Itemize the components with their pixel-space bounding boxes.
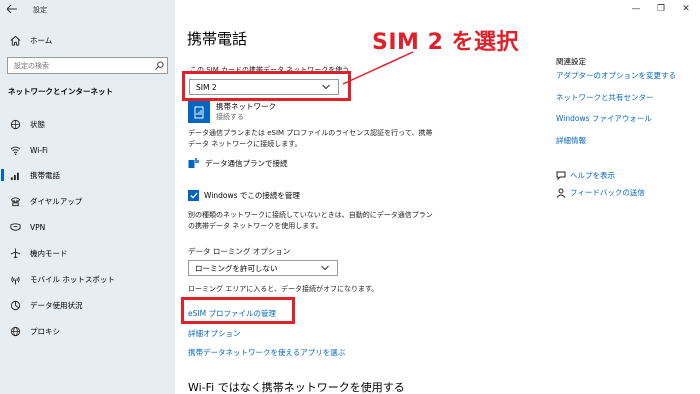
chevron-down-icon	[321, 264, 329, 273]
roaming-description: ローミング エリアに入ると、データ接続がオフになります。	[188, 285, 379, 293]
wifi-icon	[0, 145, 30, 156]
feedback-icon	[556, 188, 570, 198]
roaming-label: データ ローミング オプション	[188, 247, 291, 256]
search-field[interactable]	[7, 57, 168, 74]
vpn-icon	[0, 222, 30, 233]
sim-highlight-box	[182, 71, 351, 101]
sidebar-item-label: VPN	[30, 222, 46, 232]
sidebar-item-label: プロキシ	[30, 326, 60, 336]
manage-connection-checkbox[interactable]	[188, 190, 199, 201]
manage-connection-row[interactable]: Windows でこの接続を管理	[188, 190, 300, 201]
sidebar-item-label: データ使用状況	[30, 300, 83, 310]
send-feedback-label: フィードバックの送信	[570, 188, 645, 197]
more-info-link[interactable]: 詳細情報	[556, 135, 586, 146]
cellular-connection[interactable]: 携帯ネットワーク 接続する	[188, 101, 276, 123]
connection-name: 携帯ネットワーク	[216, 102, 276, 111]
data-plan-description: データ通信プランまたは eSIM プロファイルのライセンス認証を行って、携帯デー…	[188, 129, 433, 148]
manage-connection-label: Windows でこの接続を管理	[204, 191, 300, 200]
back-arrow-icon[interactable]	[6, 3, 18, 14]
page-title: 携帯電話	[187, 30, 248, 48]
close-button[interactable]: ✕	[679, 3, 693, 15]
sidebar-item-airplane[interactable]: 機内モード	[0, 242, 175, 264]
sidebar-item-wifi[interactable]: Wi-Fi	[0, 139, 175, 161]
data-plan-link: データ通信プランで接続	[205, 158, 288, 168]
search-input[interactable]	[8, 61, 151, 70]
maximize-button[interactable]: ❐	[654, 3, 668, 15]
sidebar-item-label: Wi-Fi	[30, 145, 48, 155]
esim-highlight-box	[181, 297, 295, 324]
other-network-description: 別の種類のネットワークに接続していないときは、自動的にデータ通信プランの携帯デー…	[188, 211, 433, 230]
roaming-dropdown-value: ローミングを許可しない	[195, 263, 278, 273]
get-help-link[interactable]: ヘルプを表示	[556, 170, 615, 181]
wifi-section-heading: Wi-Fi ではなく携帯ネットワークを使用する	[188, 381, 405, 394]
sidebar-item-label: モバイル ホットスポット	[30, 274, 115, 284]
data-usage-icon	[0, 300, 30, 311]
sidebar-item-label: 携帯電話	[30, 170, 60, 180]
sidebar-item-cellular[interactable]: 携帯電話	[0, 164, 175, 186]
sidebar-item-label: ホーム	[30, 35, 53, 45]
data-plan-icon	[188, 157, 200, 169]
related-settings-heading: 関連設定	[556, 57, 586, 66]
dialup-icon	[0, 196, 30, 207]
sidebar-item-dialup[interactable]: ダイヤルアップ	[0, 190, 175, 212]
adapter-options-link[interactable]: アダプターのオプションを変更する	[556, 70, 676, 81]
advanced-options-link[interactable]: 詳細オプション	[188, 328, 241, 339]
get-help-label: ヘルプを表示	[570, 171, 615, 180]
window-title: 設定	[33, 6, 47, 14]
sidebar-item-hotspot[interactable]: モバイル ホットスポット	[0, 268, 175, 290]
proxy-globe-icon	[0, 326, 30, 337]
sidebar-item-label: ダイヤルアップ	[30, 196, 83, 206]
globe-status-icon	[0, 119, 30, 130]
minimize-button[interactable]: —	[629, 3, 643, 15]
roaming-dropdown[interactable]: ローミングを許可しない	[188, 260, 338, 276]
sidebar-item-data-usage[interactable]: データ使用状況	[0, 294, 175, 316]
sidebar-item-label: 機内モード	[30, 248, 68, 258]
windows-firewall-link[interactable]: Windows ファイアウォール	[556, 113, 652, 124]
sidebar-item-home[interactable]: ホーム	[0, 29, 175, 51]
cellular-icon	[0, 170, 30, 181]
sidebar-section-heading: ネットワークとインターネット	[8, 87, 113, 96]
airplane-icon	[0, 247, 30, 259]
sidebar-item-proxy[interactable]: プロキシ	[0, 320, 175, 342]
cellular-connection-icon	[188, 101, 210, 123]
hotspot-icon	[0, 274, 30, 285]
sidebar-item-label: 状態	[30, 119, 45, 129]
choose-apps-link[interactable]: 携帯データネットワークを使えるアプリを選ぶ	[188, 347, 345, 358]
home-icon	[0, 35, 30, 46]
sidebar-item-vpn[interactable]: VPN	[0, 216, 175, 238]
data-plan-link-row[interactable]: データ通信プランで接続	[188, 157, 288, 169]
connection-status: 接続する	[216, 113, 244, 121]
send-feedback-link[interactable]: フィードバックの送信	[556, 187, 645, 198]
help-chat-icon	[556, 171, 570, 181]
network-sharing-center-link[interactable]: ネットワークと共有センター	[556, 92, 654, 103]
sidebar: 設定 ホーム ネットワークとインターネット 状態 Wi-Fi 携帯電話	[0, 0, 175, 394]
search-icon	[151, 61, 167, 70]
annotation-callout: SIM 2 を選択	[372, 30, 520, 55]
sidebar-item-status[interactable]: 状態	[0, 113, 175, 135]
